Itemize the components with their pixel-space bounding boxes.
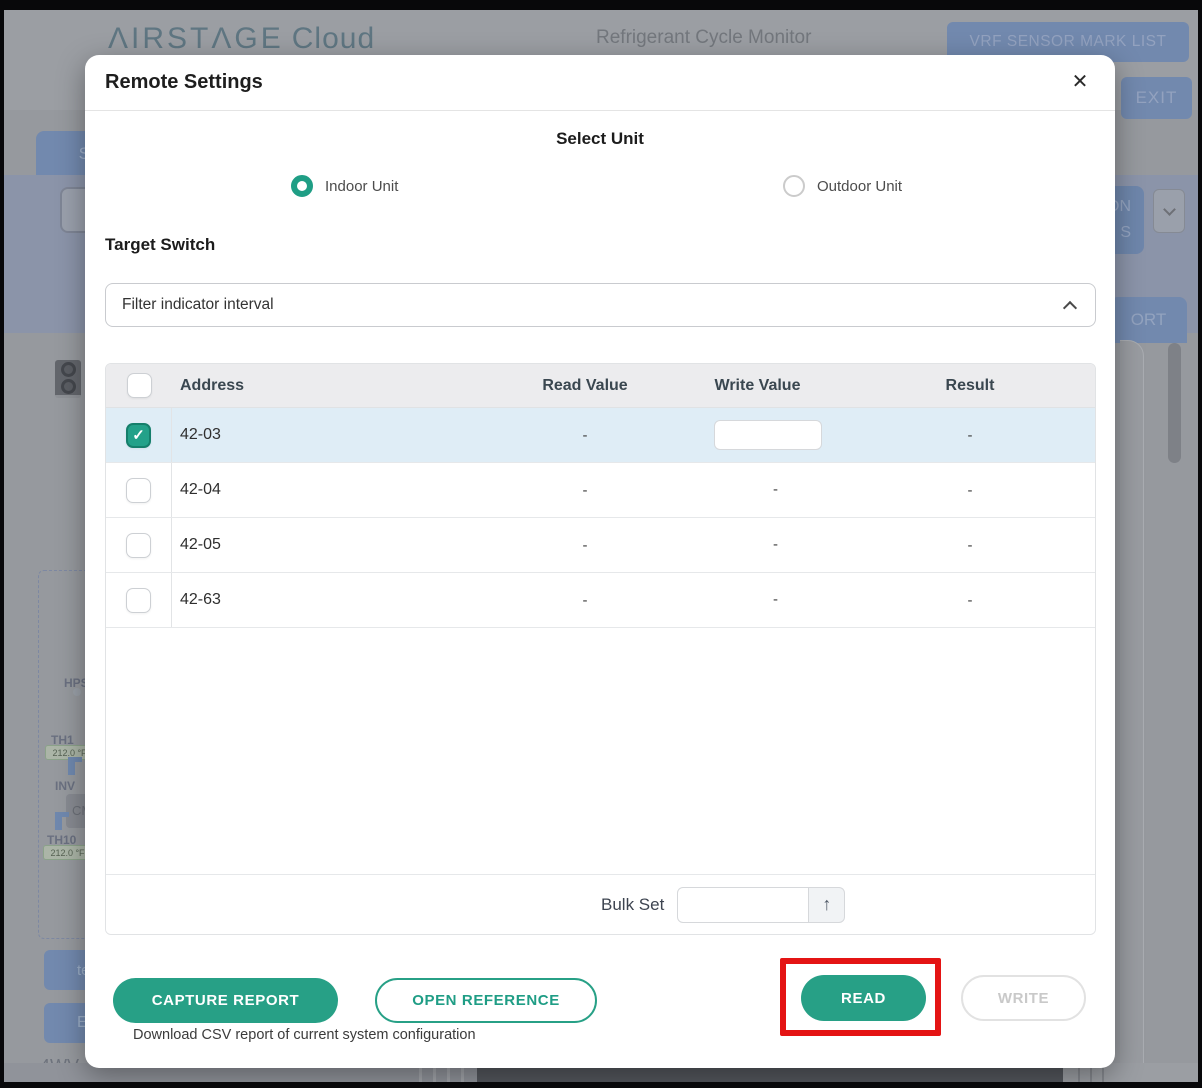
toolbar-dropdown[interactable] (1153, 189, 1185, 233)
logo-brand: ΛIRSTΛGE (108, 22, 284, 55)
bulk-set-input[interactable] (677, 887, 809, 923)
bulk-apply-button[interactable]: ↑ (809, 887, 845, 923)
table-row[interactable]: 42-63 - - - (106, 573, 1095, 628)
column-header-address: Address (172, 377, 500, 395)
radio-indoor-unit[interactable]: Indoor Unit (291, 175, 398, 197)
cell-address: 42-63 (172, 591, 500, 609)
radio-unselected-icon (783, 175, 805, 197)
select-all-checkbox[interactable] (127, 373, 152, 398)
outdoor-unit-icon (55, 360, 81, 398)
radio-label: Indoor Unit (325, 178, 398, 195)
diagram-label-inv: INV (55, 779, 75, 793)
remote-settings-dialog: Remote Settings ✕ Select Unit Indoor Uni… (85, 55, 1115, 1068)
cell-result: - (845, 592, 1095, 609)
valve-icon (68, 757, 82, 775)
bulk-set-label: Bulk Set (601, 895, 664, 915)
capture-report-button[interactable]: CAPTURE REPORT (113, 978, 338, 1023)
cell-address: 42-03 (172, 426, 500, 444)
row-checkbox[interactable] (126, 588, 151, 613)
column-header-write-value: Write Value (670, 377, 845, 395)
vertical-scrollbar-thumb[interactable] (1168, 343, 1181, 463)
radio-selected-icon (291, 175, 313, 197)
switch-table-body: ✓ 42-03 - - 42-04 - - - 42-05 - - - 42-6… (106, 408, 1095, 628)
table-header-row: Address Read Value Write Value Result (106, 364, 1095, 408)
report-button[interactable]: ORT (1110, 297, 1187, 343)
write-button[interactable]: WRITE (961, 975, 1086, 1021)
target-switch-heading: Target Switch (105, 235, 215, 255)
radio-outdoor-unit[interactable]: Outdoor Unit (783, 175, 902, 197)
logo-product: Cloud (292, 22, 375, 55)
cell-write: - (670, 481, 845, 499)
cell-write: - (670, 591, 845, 609)
switch-table: Address Read Value Write Value Result ✓ … (105, 363, 1096, 935)
page-title: Refrigerant Cycle Monitor (596, 27, 811, 49)
cell-write (670, 420, 845, 450)
column-header-read-value: Read Value (500, 377, 670, 395)
cell-read: - (500, 537, 670, 554)
column-header-result: Result (845, 377, 1095, 395)
airstage-logo: ΛIRSTΛGECloud (108, 22, 375, 56)
valve-icon (55, 812, 69, 830)
cell-result: - (845, 427, 1095, 444)
open-reference-button[interactable]: OPEN REFERENCE (375, 978, 597, 1023)
table-empty-area (106, 628, 1095, 874)
sensor-dot-icon (73, 688, 81, 696)
table-row[interactable]: 42-05 - - - (106, 518, 1095, 573)
cell-address: 42-04 (172, 481, 500, 499)
background-card-edge (1120, 340, 1144, 1063)
target-switch-dropdown[interactable]: Filter indicator interval (105, 283, 1096, 327)
csv-caption: Download CSV report of current system co… (133, 1027, 476, 1043)
title-divider (85, 110, 1115, 111)
annotation-highlight (780, 958, 941, 1036)
cell-address: 42-05 (172, 536, 500, 554)
arrow-up-icon: ↑ (822, 894, 831, 915)
app-window: ΛIRSTΛGECloud Refrigerant Cycle Monitor … (4, 10, 1198, 1082)
dialog-title: Remote Settings (105, 71, 263, 94)
table-row[interactable]: 42-04 - - - (106, 463, 1095, 518)
chevron-down-icon (1163, 203, 1176, 216)
table-footer: Bulk Set ↑ (106, 874, 1095, 934)
cell-read: - (500, 427, 670, 444)
write-value-input[interactable] (714, 420, 822, 450)
row-checkbox[interactable] (126, 478, 151, 503)
cell-read: - (500, 482, 670, 499)
close-icon[interactable]: ✕ (1067, 68, 1093, 94)
cell-write: - (670, 536, 845, 554)
table-row[interactable]: ✓ 42-03 - - (106, 408, 1095, 463)
select-unit-heading: Select Unit (85, 129, 1115, 149)
cell-result: - (845, 537, 1095, 554)
fan-icon (61, 379, 76, 394)
fan-icon (61, 362, 76, 377)
row-checkbox[interactable]: ✓ (126, 423, 151, 448)
cell-result: - (845, 482, 1095, 499)
exit-button[interactable]: EXIT (1121, 77, 1192, 119)
cell-read: - (500, 592, 670, 609)
chevron-up-icon (1063, 300, 1077, 314)
dropdown-value: Filter indicator interval (122, 296, 1065, 314)
row-checkbox[interactable] (126, 533, 151, 558)
radio-label: Outdoor Unit (817, 178, 902, 195)
